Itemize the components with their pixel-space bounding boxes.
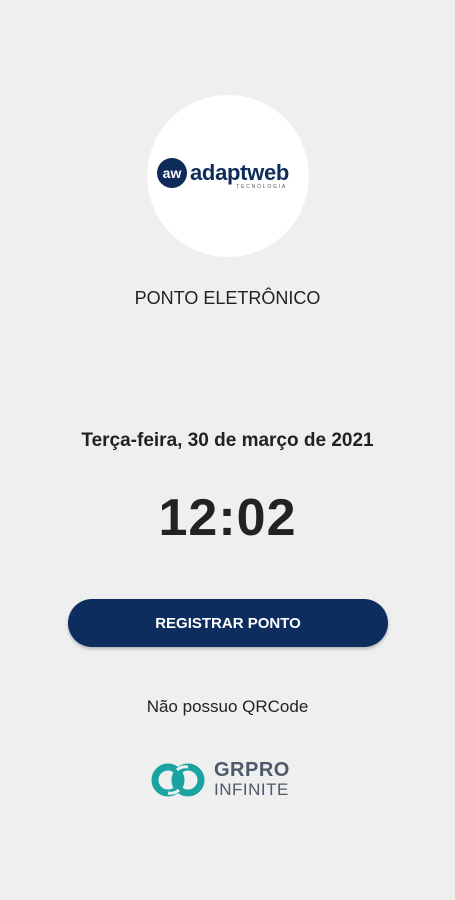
company-logo: aw adaptweb TECNOLOGIA (147, 95, 309, 257)
footer-subtitle: INFINITE (214, 780, 289, 799)
register-point-button[interactable]: REGISTRAR PONTO (68, 599, 388, 647)
logo-text: adaptweb TECNOLOGIA (190, 160, 290, 191)
app-title: PONTO ELETRÔNICO (134, 288, 321, 308)
no-qrcode-link[interactable]: Não possuo QRCode (0, 697, 455, 717)
current-time: 12:02 (158, 489, 297, 547)
footer-text: GRPRO INFINITE (214, 759, 290, 799)
adaptweb-mark-icon: aw (157, 158, 187, 188)
infinity-rings-icon (151, 763, 205, 797)
logo-word: adaptweb (190, 160, 290, 185)
footer-logo: GRPRO INFINITE (150, 760, 290, 800)
adaptweb-logo: aw adaptweb TECNOLOGIA (157, 158, 290, 191)
current-date: Terça-feira, 30 de março de 2021 (81, 430, 374, 451)
footer-brand: GRPRO (214, 759, 290, 781)
logo-tagline: TECNOLOGIA (236, 184, 288, 190)
